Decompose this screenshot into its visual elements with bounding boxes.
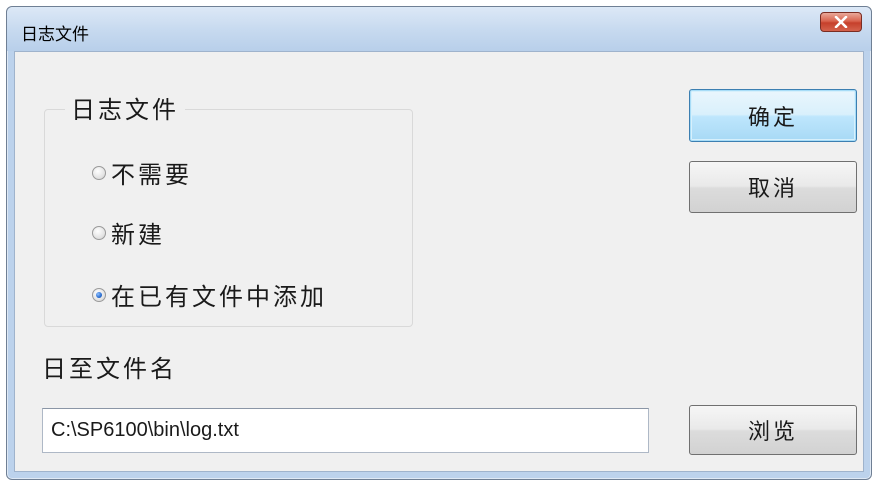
radio-append-existing[interactable]: 在已有文件中添加 [92,277,327,312]
log-path-input[interactable] [42,408,649,453]
radio-new-file[interactable]: 新建 [92,215,165,250]
browse-button[interactable]: 浏览 [689,405,857,455]
radio-button-selected-icon[interactable] [92,287,106,302]
radio-label-no-log: 不需要 [111,161,192,189]
window-title: 日志文件 [21,25,89,45]
close-button[interactable] [820,12,862,32]
title-bar[interactable]: 日志文件 [7,7,871,51]
radio-label-new-file: 新建 [111,221,165,249]
radio-label-append-existing: 在已有文件中添加 [111,283,327,311]
dialog-window: 日志文件 日志文件 不需要 新建 在已有文件中添加 日至文件名 C:\SP610… [6,6,872,480]
radio-button-icon[interactable] [92,165,106,180]
close-icon [834,16,848,28]
ok-button[interactable]: 确定 [689,89,857,142]
radio-button-icon[interactable] [92,225,106,240]
log-file-group: 日志文件 不需要 新建 在已有文件中添加 [44,90,413,327]
file-name-label: 日至文件名 [42,355,177,383]
dialog-body: 日志文件 不需要 新建 在已有文件中添加 日至文件名 确定 取消 浏览 [14,51,864,472]
group-legend: 日志文件 [65,90,185,125]
cancel-button[interactable]: 取消 [689,161,857,213]
radio-no-log[interactable]: 不需要 [92,155,192,190]
